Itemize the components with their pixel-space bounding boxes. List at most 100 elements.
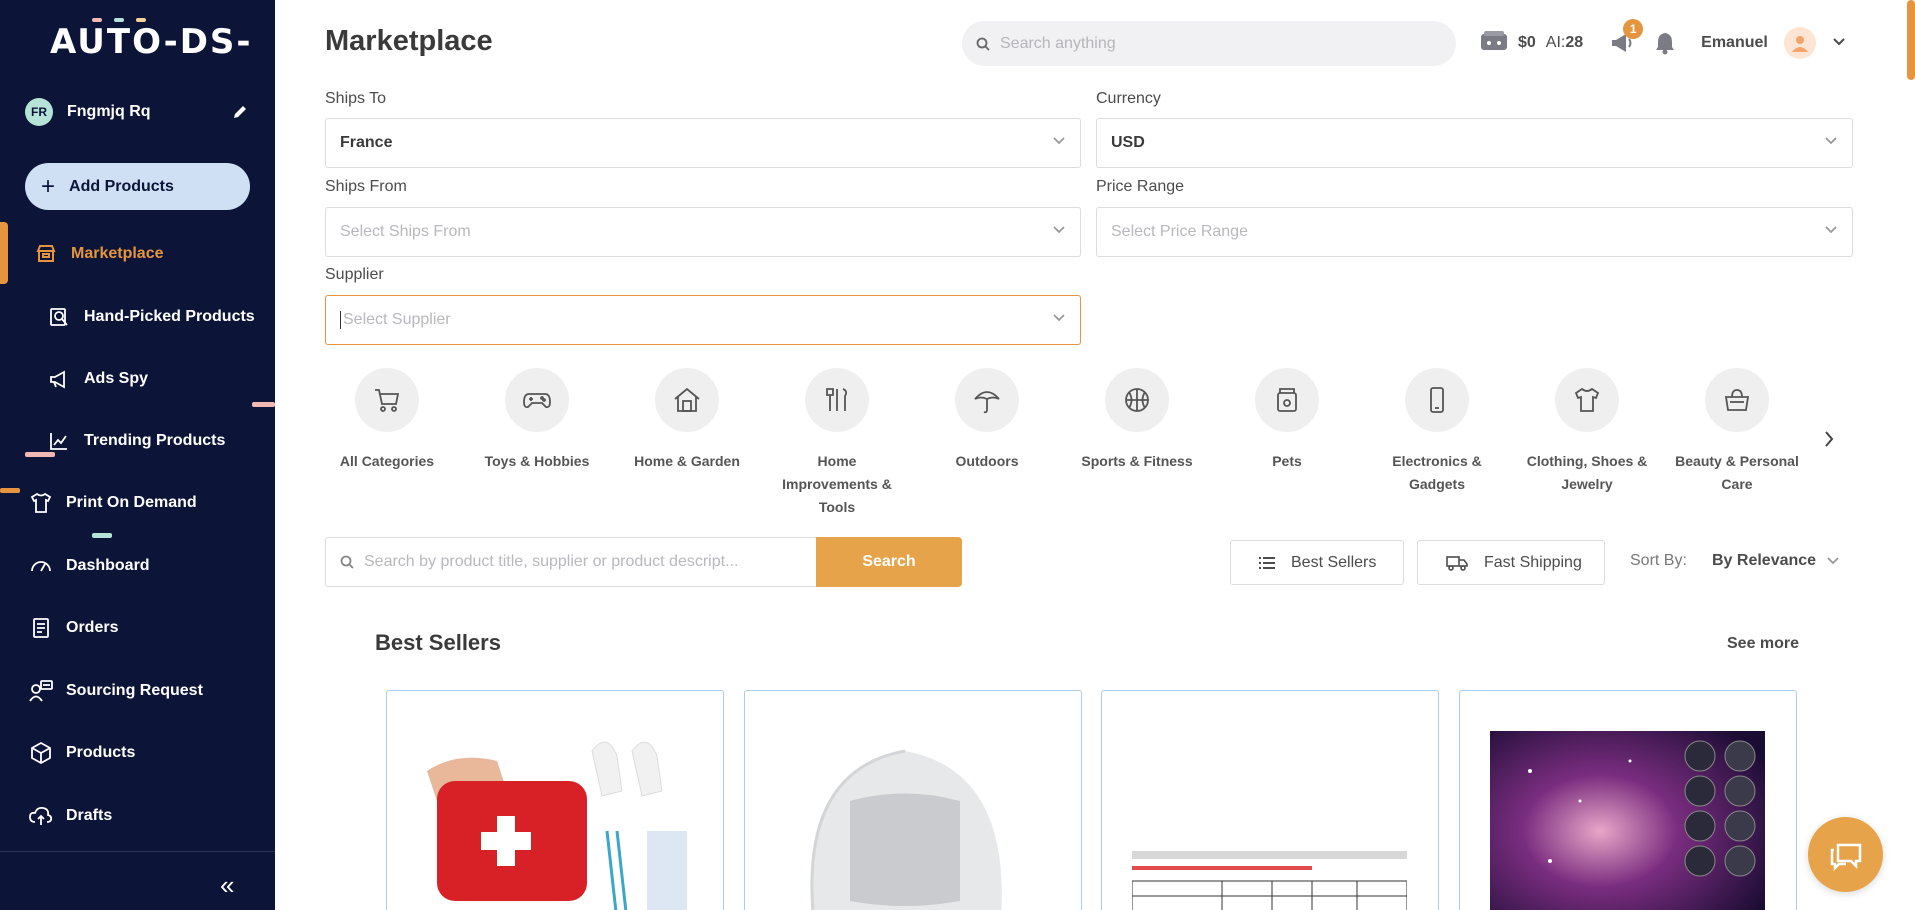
sidebar-item-hand-picked[interactable]: Hand-Picked Products (0, 297, 275, 337)
best-sellers-title: Best Sellers (375, 630, 501, 655)
sidebar-item-orders[interactable]: Orders (0, 608, 275, 648)
price-range-label: Price Range (1096, 178, 1185, 195)
phone-icon (1405, 368, 1469, 432)
sidebar-item-print-on-demand[interactable]: Print On Demand (0, 483, 275, 523)
sidebar-item-label: Hand-Picked Products (84, 308, 255, 325)
category-electronics[interactable]: Electronics & Gadgets (1372, 368, 1502, 496)
sidebar: AUTO-DS- FR Fngmjq Rq + Add Products Mar… (0, 0, 275, 910)
decorative-dash (92, 533, 112, 538)
bell-icon[interactable] (1651, 29, 1679, 57)
category-beauty[interactable]: Beauty & Personal Care (1672, 368, 1802, 496)
sidebar-item-label: Ads Spy (84, 370, 149, 387)
tools-icon (805, 368, 869, 432)
account-switcher[interactable]: FR Fngmjq Rq (25, 98, 250, 126)
supplier-select[interactable]: Select Supplier (325, 295, 1081, 345)
category-clothing[interactable]: Clothing, Shoes & Jewelry (1522, 368, 1652, 496)
supplier-label: Supplier (325, 266, 384, 283)
chat-support-button[interactable] (1808, 817, 1883, 892)
product-image (427, 741, 687, 910)
chevron-down-icon (1827, 557, 1839, 565)
decorative-dash (252, 402, 275, 407)
pet-food-icon (1255, 368, 1319, 432)
sidebar-item-label: Print On Demand (66, 494, 197, 511)
global-search[interactable] (962, 21, 1456, 66)
sidebar-item-label: Orders (66, 619, 119, 636)
sidebar-item-label: Dashboard (66, 557, 150, 574)
store-icon (33, 241, 59, 267)
sidebar-item-ads-spy[interactable]: Ads Spy (0, 359, 275, 399)
account-avatar: FR (25, 98, 53, 126)
best-sellers-filter-button[interactable]: Best Sellers (1230, 540, 1404, 585)
sidebar-item-drafts[interactable]: Drafts (0, 796, 275, 836)
plus-icon: + (41, 172, 56, 200)
collapse-sidebar-icon[interactable]: « (220, 870, 234, 901)
ships-from-label: Ships From (325, 178, 407, 195)
chevron-down-icon (1053, 314, 1065, 322)
product-search[interactable] (325, 537, 817, 587)
sidebar-divider (0, 851, 275, 852)
category-outdoors[interactable]: Outdoors (922, 368, 1052, 473)
product-card-size-chart[interactable] (1101, 690, 1439, 910)
sidebar-item-dashboard[interactable]: Dashboard (0, 546, 275, 586)
edit-pencil-icon[interactable] (230, 102, 250, 122)
umbrella-icon (955, 368, 1019, 432)
category-all[interactable]: All Categories (322, 368, 452, 473)
username[interactable]: Emanuel (1701, 34, 1768, 52)
category-sports-fitness[interactable]: Sports & Fitness (1072, 368, 1202, 473)
search-product-icon (46, 304, 72, 330)
announcements-megaphone-icon[interactable]: 1 (1609, 19, 1644, 57)
add-products-label: Add Products (69, 177, 174, 195)
product-card-galaxy-print[interactable] (1459, 690, 1797, 910)
account-name: Fngmjq Rq (67, 103, 151, 120)
list-icon (1259, 556, 1275, 570)
sourcing-icon (28, 678, 54, 704)
chevron-down-icon (1825, 226, 1837, 234)
sort-by-select[interactable]: By Relevance (1712, 552, 1840, 570)
add-products-button[interactable]: + Add Products (25, 163, 250, 210)
house-icon (655, 368, 719, 432)
chevron-down-icon (1053, 137, 1065, 145)
gauge-icon (28, 553, 54, 579)
global-search-input[interactable] (1000, 34, 1420, 53)
autods-logo[interactable]: AUTO-DS- (50, 22, 253, 62)
price-range-select[interactable]: Select Price Range (1096, 207, 1853, 257)
logo-accent (92, 18, 152, 22)
category-home-improvements[interactable]: Home Improvements & Tools (772, 368, 902, 519)
cosmetic-bag-icon (1705, 368, 1769, 432)
page-scrollbar[interactable] (1907, 0, 1915, 80)
box-icon (28, 740, 54, 766)
truck-icon (1446, 555, 1468, 571)
cloud-upload-icon (28, 803, 54, 829)
currency-select[interactable]: USD (1096, 118, 1853, 168)
product-card-balaclava[interactable] (744, 690, 1082, 910)
clipboard-icon (28, 615, 54, 641)
product-search-input[interactable] (364, 553, 804, 571)
search-icon (340, 555, 354, 569)
user-avatar-icon[interactable] (1783, 27, 1816, 59)
sidebar-item-label: Marketplace (71, 245, 164, 262)
product-image (1132, 851, 1407, 910)
ships-from-select[interactable]: Select Ships From (325, 207, 1081, 257)
sidebar-item-marketplace[interactable]: Marketplace (0, 234, 275, 274)
category-home-garden[interactable]: Home & Garden (622, 368, 752, 473)
basketball-icon (1105, 368, 1169, 432)
fast-shipping-filter-button[interactable]: Fast Shipping (1417, 540, 1605, 585)
sidebar-item-products[interactable]: Products (0, 733, 275, 773)
category-toys-hobbies[interactable]: Toys & Hobbies (472, 368, 602, 473)
ships-to-label: Ships To (325, 90, 387, 107)
chevron-down-icon[interactable] (1832, 34, 1846, 52)
sidebar-item-label: Sourcing Request (66, 682, 203, 699)
ai-credits: AI:28 (1545, 34, 1584, 51)
ships-to-select[interactable]: France (325, 118, 1081, 168)
search-button[interactable]: Search (816, 537, 962, 587)
sidebar-item-label: Drafts (66, 807, 113, 824)
see-more-link[interactable]: See more (1727, 635, 1799, 653)
notification-badge: 1 (1623, 19, 1644, 39)
cart-icon (355, 368, 419, 432)
sidebar-item-sourcing-request[interactable]: Sourcing Request (0, 671, 275, 711)
category-pets[interactable]: Pets (1222, 368, 1352, 473)
product-card-first-aid-kit[interactable] (386, 690, 724, 910)
wallet-icon[interactable] (1480, 30, 1510, 57)
chevron-right-icon[interactable] (1823, 430, 1835, 453)
megaphone-icon (46, 366, 72, 392)
